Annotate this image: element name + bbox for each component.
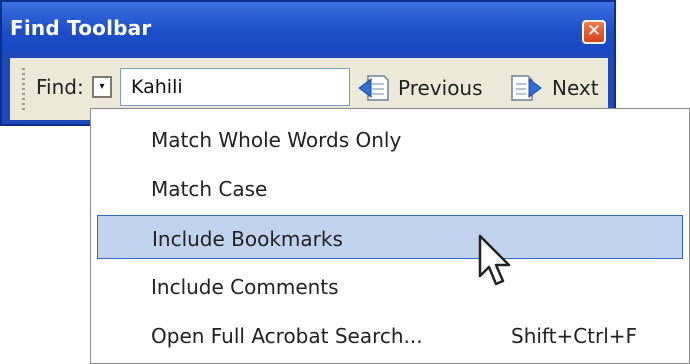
next-button[interactable]: Next <box>510 68 599 108</box>
menu-item-match-whole-words[interactable]: Match Whole Words Only <box>97 117 683 161</box>
menu-item-match-case[interactable]: Match Case <box>97 166 683 210</box>
find-options-dropdown-button[interactable]: ▾ <box>92 76 112 98</box>
menu-item-open-full-search[interactable]: Open Full Acrobat Search... Shift+Ctrl+F <box>97 313 683 357</box>
search-input[interactable] <box>120 68 350 106</box>
mouse-pointer-icon <box>478 234 511 286</box>
menu-item-include-bookmarks[interactable]: Include Bookmarks <box>97 215 683 259</box>
close-button[interactable]: ✕ <box>582 20 606 44</box>
menu-item-label: Include Comments <box>151 275 339 299</box>
previous-document-icon <box>358 75 389 101</box>
previous-label: Previous <box>398 76 483 100</box>
previous-button[interactable]: Previous <box>356 68 483 108</box>
menu-item-label: Match Whole Words Only <box>151 128 402 152</box>
next-document-icon <box>511 75 542 101</box>
toolbar-grip[interactable] <box>22 68 25 112</box>
window-title: Find Toolbar <box>10 16 152 40</box>
menu-item-label: Open Full Acrobat Search... <box>151 324 423 348</box>
menu-item-label: Match Case <box>151 177 268 201</box>
title-bar[interactable]: Find Toolbar ✕ <box>2 2 614 54</box>
menu-item-label: Include Bookmarks <box>152 227 343 251</box>
close-icon: ✕ <box>586 21 602 41</box>
find-options-menu: Match Whole Words Only Match Case Includ… <box>90 108 690 364</box>
menu-item-shortcut: Shift+Ctrl+F <box>511 324 638 348</box>
next-label: Next <box>552 76 599 100</box>
find-label: Find: <box>36 75 84 99</box>
menu-item-include-comments[interactable]: Include Comments <box>97 264 683 308</box>
dropdown-arrow-icon: ▾ <box>99 81 105 92</box>
